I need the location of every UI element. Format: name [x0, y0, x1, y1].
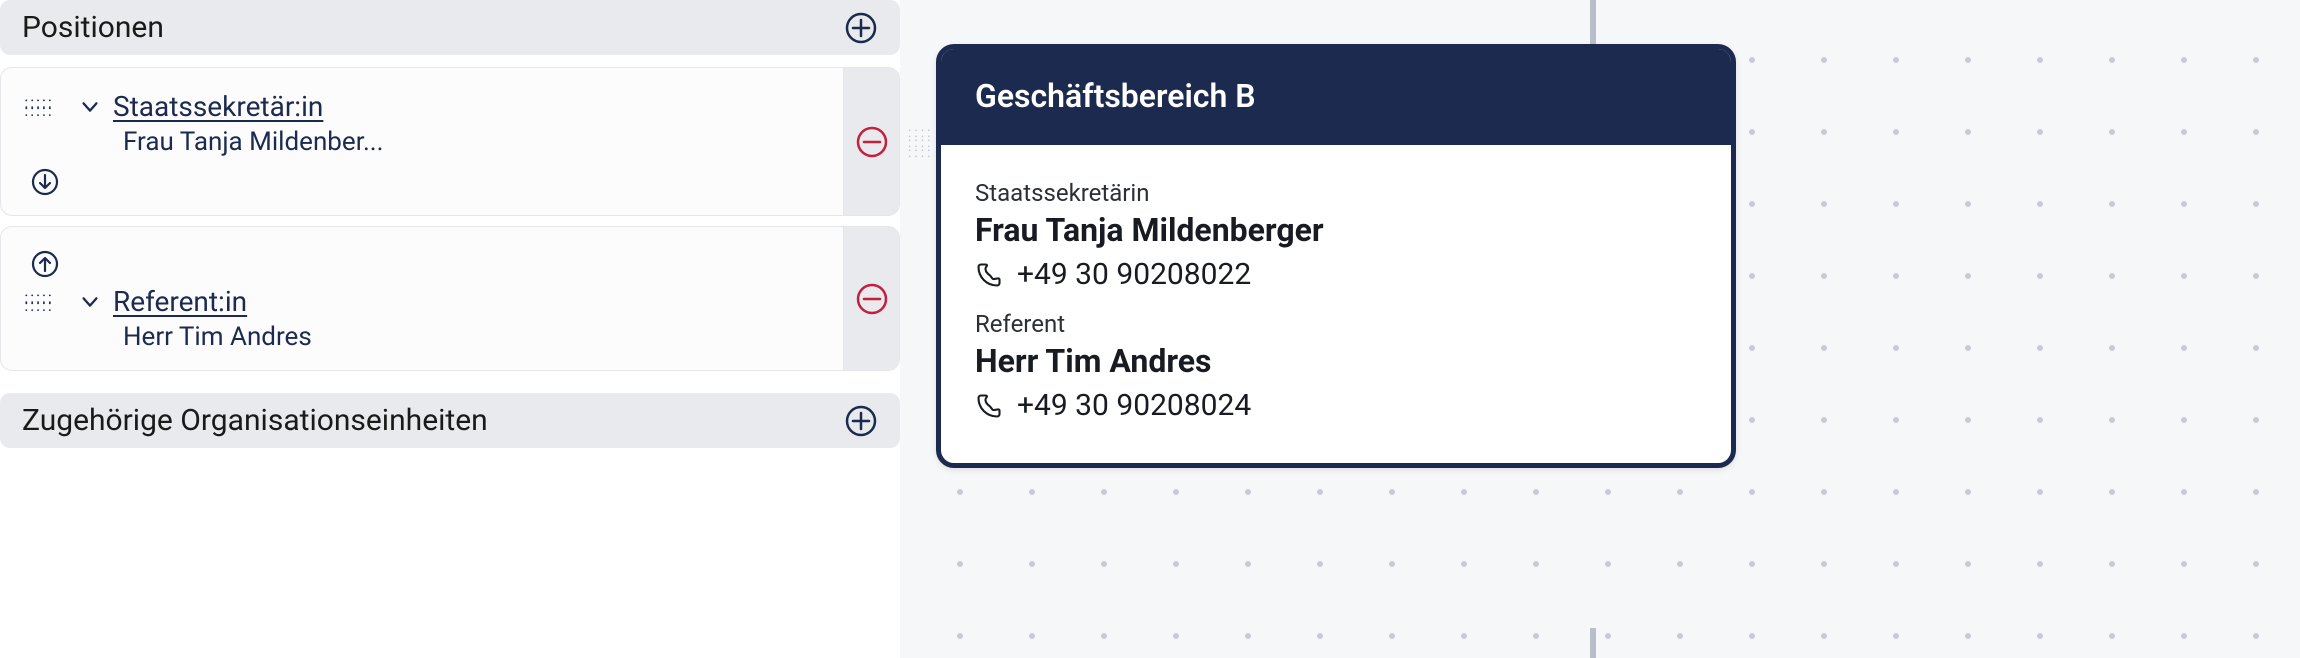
- remove-position-button[interactable]: [855, 282, 889, 316]
- org-chart-canvas[interactable]: :::::::::::: Geschäftsbereich B Staatsse…: [900, 0, 2300, 658]
- org-node-body: Staatssekretärin Frau Tanja Mildenberger…: [941, 145, 1731, 463]
- role-label: Staatssekretärin: [975, 179, 1697, 207]
- remove-position-area: [843, 68, 899, 215]
- role-name: Frau Tanja Mildenberger: [975, 211, 1697, 249]
- position-card: :::::::::: Staatssekretär:in Frau Tanja …: [0, 67, 900, 216]
- positions-title: Positionen: [22, 10, 164, 45]
- plus-circle-icon: [844, 404, 878, 438]
- position-card-body: :::::::::: Staatssekretär:in Frau Tanja …: [1, 68, 843, 215]
- phone-icon: [975, 261, 1003, 289]
- position-card: :::::::::: Referent:in Herr Tim Andres: [0, 226, 900, 371]
- role-name: Herr Tim Andres: [975, 342, 1697, 380]
- position-subtitle: Herr Tim Andres: [123, 322, 825, 352]
- chevron-down-icon: [79, 291, 101, 313]
- orgunits-section-header: Zugehörige Organisationseinheiten: [0, 393, 900, 448]
- position-title-link[interactable]: Referent:in: [113, 285, 247, 318]
- position-title-link[interactable]: Staatssekretär:in: [113, 90, 323, 123]
- add-orgunit-button[interactable]: [844, 404, 878, 438]
- role-label: Referent: [975, 310, 1697, 338]
- position-subtitle: Frau Tanja Mildenber...: [123, 127, 825, 157]
- orgunits-title: Zugehörige Organisationseinheiten: [22, 403, 488, 438]
- phone-icon: [975, 392, 1003, 420]
- remove-position-button[interactable]: [855, 125, 889, 159]
- role-phone-text: +49 30 90208022: [1017, 257, 1251, 292]
- collapse-toggle[interactable]: [79, 96, 101, 118]
- role-phone: +49 30 90208022: [975, 257, 1697, 292]
- drag-handle-icon[interactable]: ::::::::::: [25, 294, 53, 310]
- position-card-body: :::::::::: Referent:in Herr Tim Andres: [1, 227, 843, 370]
- remove-position-area: [843, 227, 899, 370]
- minus-circle-icon: [855, 125, 889, 159]
- role-phone: +49 30 90208024: [975, 388, 1697, 423]
- add-position-button[interactable]: [844, 11, 878, 45]
- org-node-card[interactable]: Geschäftsbereich B Staatssekretärin Frau…: [936, 44, 1736, 468]
- role-phone-text: +49 30 90208024: [1017, 388, 1251, 423]
- canvas-drag-handle-icon[interactable]: ::::::::::::: [908, 128, 934, 158]
- editor-panel: Positionen ::::::::::: [0, 0, 900, 658]
- plus-circle-icon: [844, 11, 878, 45]
- connector-line: [1590, 628, 1596, 658]
- chevron-down-icon: [79, 96, 101, 118]
- minus-circle-icon: [855, 282, 889, 316]
- org-node-title: Geschäftsbereich B: [941, 49, 1731, 145]
- connector-line: [1590, 0, 1596, 44]
- arrow-down-circle-icon: [30, 167, 60, 197]
- positions-list: :::::::::: Staatssekretär:in Frau Tanja …: [0, 67, 900, 385]
- positions-section-header: Positionen: [0, 0, 900, 55]
- arrow-up-circle-icon: [30, 249, 60, 279]
- drag-handle-icon[interactable]: ::::::::::: [25, 99, 53, 115]
- collapse-toggle[interactable]: [79, 291, 101, 313]
- move-down-button[interactable]: [25, 167, 65, 197]
- move-up-button[interactable]: [25, 249, 65, 279]
